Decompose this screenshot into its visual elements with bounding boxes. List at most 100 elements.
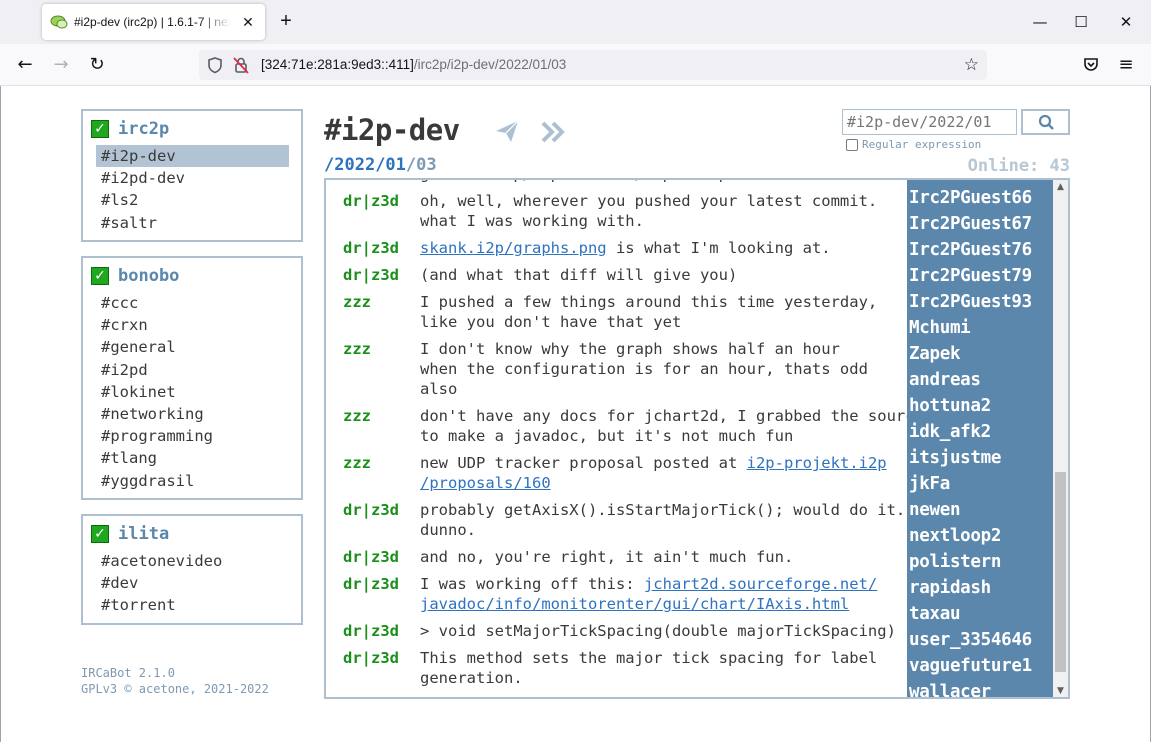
- user-item[interactable]: Irc2PGuest76: [907, 237, 1053, 263]
- message-text: probably getAxisX().isStartMajorTick(); …: [420, 500, 907, 540]
- server-online-check-icon: ✓: [91, 120, 109, 138]
- user-item[interactable]: polistern: [907, 549, 1053, 575]
- user-item[interactable]: rapidash: [907, 575, 1053, 601]
- reload-button[interactable]: ↻: [85, 53, 109, 77]
- back-button[interactable]: ←: [13, 53, 37, 77]
- message-fragment: (and what that diff will give you): [420, 266, 738, 284]
- next-day-icon[interactable]: [540, 119, 566, 145]
- user-item[interactable]: user_3354646: [907, 627, 1053, 653]
- user-item[interactable]: idk_afk2: [907, 419, 1053, 445]
- regex-checkbox[interactable]: [846, 138, 858, 151]
- date-year-link[interactable]: /2022: [324, 155, 375, 175]
- search-input[interactable]: [842, 109, 1017, 135]
- regex-option[interactable]: Regular expression: [846, 138, 981, 151]
- channel-link[interactable]: #programming: [91, 425, 289, 447]
- scroll-up-icon[interactable]: ▲: [1053, 180, 1068, 195]
- browser-navbar: ← → ↻ [324:71e:281a:9ed3::411]/irc2p/i2p…: [0, 44, 1151, 86]
- channel-link[interactable]: #acetonevideo: [91, 550, 289, 572]
- user-item[interactable]: hottuna2: [907, 393, 1053, 419]
- user-item[interactable]: Irc2PGuest93: [907, 289, 1053, 315]
- user-item[interactable]: Irc2PGuest79: [907, 263, 1053, 289]
- shield-icon[interactable]: [205, 56, 225, 74]
- user-item[interactable]: itsjustme: [907, 445, 1053, 471]
- user-item[interactable]: Irc2PGuest67: [907, 211, 1053, 237]
- channel-link[interactable]: #ls2: [91, 189, 289, 211]
- minimize-button[interactable]: —: [1025, 8, 1055, 36]
- channel-link[interactable]: #tlang: [91, 447, 289, 469]
- scroll-thumb[interactable]: [1055, 472, 1066, 672]
- url-path: /irc2p/i2p-dev/2022/01/03: [413, 57, 567, 72]
- message-fragment: git.idk.i2p/i2p-hackers/i2p.itoopie: [420, 180, 747, 183]
- message-nick: dr|z3d: [343, 239, 399, 257]
- app-menu-button[interactable]: ≡: [1114, 53, 1138, 77]
- message-row: dr|z3d (and what that diff will give you): [326, 265, 907, 285]
- user-item[interactable]: newen: [907, 497, 1053, 523]
- channel-link[interactable]: #general: [91, 336, 289, 358]
- send-message-icon[interactable]: [494, 118, 520, 144]
- message-row: zzz I pushed a few things around this tim…: [326, 292, 907, 332]
- message-text: and no, you're right, it ain't much fun.: [420, 547, 907, 567]
- message-fragment: > void setMajorTickSpacing(double majorT…: [420, 622, 896, 640]
- message-row: dr|z3d oh, well, wherever you pushed your…: [326, 191, 907, 231]
- user-item[interactable]: wallacer: [907, 679, 1053, 697]
- channel-link[interactable]: #i2p-dev: [96, 145, 289, 168]
- channel-link[interactable]: #lokinet: [91, 381, 289, 403]
- message-text: I don't know why the graph shows half an…: [420, 339, 907, 399]
- bookmark-star-icon[interactable]: ☆: [964, 50, 979, 80]
- scroll-down-icon[interactable]: ▼: [1053, 684, 1068, 697]
- server-name[interactable]: bonobo: [118, 266, 179, 286]
- server-name[interactable]: ilita: [118, 524, 169, 544]
- message-nick: zzz: [343, 340, 371, 358]
- maximize-button[interactable]: ☐: [1066, 8, 1096, 36]
- message-link[interactable]: skank.i2p/graphs.png: [420, 239, 607, 257]
- new-tab-button[interactable]: +: [275, 10, 297, 32]
- channel-link[interactable]: #dev: [91, 572, 289, 594]
- message-text: > void setMajorTickSpacing(double majorT…: [420, 621, 907, 641]
- channel-link[interactable]: #ccc: [91, 292, 289, 314]
- user-item[interactable]: Irc2PGuest66: [907, 185, 1053, 211]
- user-item[interactable]: taxau: [907, 601, 1053, 627]
- server-name[interactable]: irc2p: [118, 119, 169, 139]
- tab-title: #i2p-dev (irc2p) | 1.6.1-7 | next ...: [74, 15, 231, 29]
- server-header: ✓ irc2p: [91, 117, 289, 141]
- user-item[interactable]: jkFa: [907, 471, 1053, 497]
- user-item[interactable]: Zapek: [907, 341, 1053, 367]
- channel-link[interactable]: #i2pd-dev: [91, 167, 289, 189]
- message-text: I was working off this: jchart2d.sourcef…: [420, 574, 907, 614]
- date-month-link[interactable]: /01: [375, 155, 406, 175]
- user-item[interactable]: nextloop2: [907, 523, 1053, 549]
- online-count: Online: 43: [967, 156, 1070, 176]
- pocket-icon[interactable]: [1082, 56, 1100, 74]
- channel-link[interactable]: #yggdrasil: [91, 470, 289, 492]
- message-list: git.idk.i2p/i2p-hackers/i2p.itoopie dr|z3…: [326, 180, 907, 695]
- message-row: dr|z3d This method sets the major tick sp…: [326, 648, 907, 688]
- message-nick: dr|z3d: [343, 649, 399, 667]
- message-nick: dr|z3d: [343, 575, 399, 593]
- browser-tab[interactable]: #i2p-dev (irc2p) | 1.6.1-7 | next ... ✕: [42, 4, 265, 40]
- search-button[interactable]: [1021, 109, 1070, 135]
- channel-link[interactable]: #torrent: [91, 594, 289, 616]
- channel-link[interactable]: #networking: [91, 403, 289, 425]
- forward-button[interactable]: →: [49, 53, 73, 77]
- user-item[interactable]: andreas: [907, 367, 1053, 393]
- user-item[interactable]: Mchumi: [907, 315, 1053, 341]
- message-text: I pushed a few things around this time y…: [420, 292, 907, 332]
- message-row: dr|z3d skank.i2p/graphs.png is what I'm l…: [326, 238, 907, 258]
- message-log[interactable]: git.idk.i2p/i2p-hackers/i2p.itoopie dr|z3…: [326, 180, 907, 697]
- channel-link[interactable]: #crxn: [91, 314, 289, 336]
- tab-close-icon[interactable]: ✕: [237, 14, 259, 31]
- user-list-scrollbar[interactable]: ▲ ▼: [1053, 180, 1068, 697]
- close-window-button[interactable]: ✕: [1111, 8, 1141, 36]
- message-fragment: new UDP tracker proposal posted at: [420, 454, 747, 472]
- message-row: dr|z3d and no, you're right, it ain't muc…: [326, 547, 907, 567]
- channel-link[interactable]: #saltr: [91, 212, 289, 234]
- message-nick: dr|z3d: [343, 192, 399, 210]
- message-text: git.idk.i2p/i2p-hackers/i2p.itoopie: [420, 180, 907, 184]
- user-item[interactable]: vaguefuture1: [907, 653, 1053, 679]
- insecure-lock-icon[interactable]: [231, 56, 251, 74]
- message-row: dr|z3d probably getAxisX().isStartMajorTi…: [326, 500, 907, 540]
- channel-link[interactable]: #i2pd: [91, 359, 289, 381]
- address-bar[interactable]: [324:71e:281a:9ed3::411]/irc2p/i2p-dev/2…: [199, 50, 987, 80]
- message-fragment: I pushed a few things around this time y…: [420, 293, 878, 331]
- message-row: dr|z3d I was working off this: jchart2d.s…: [326, 574, 907, 614]
